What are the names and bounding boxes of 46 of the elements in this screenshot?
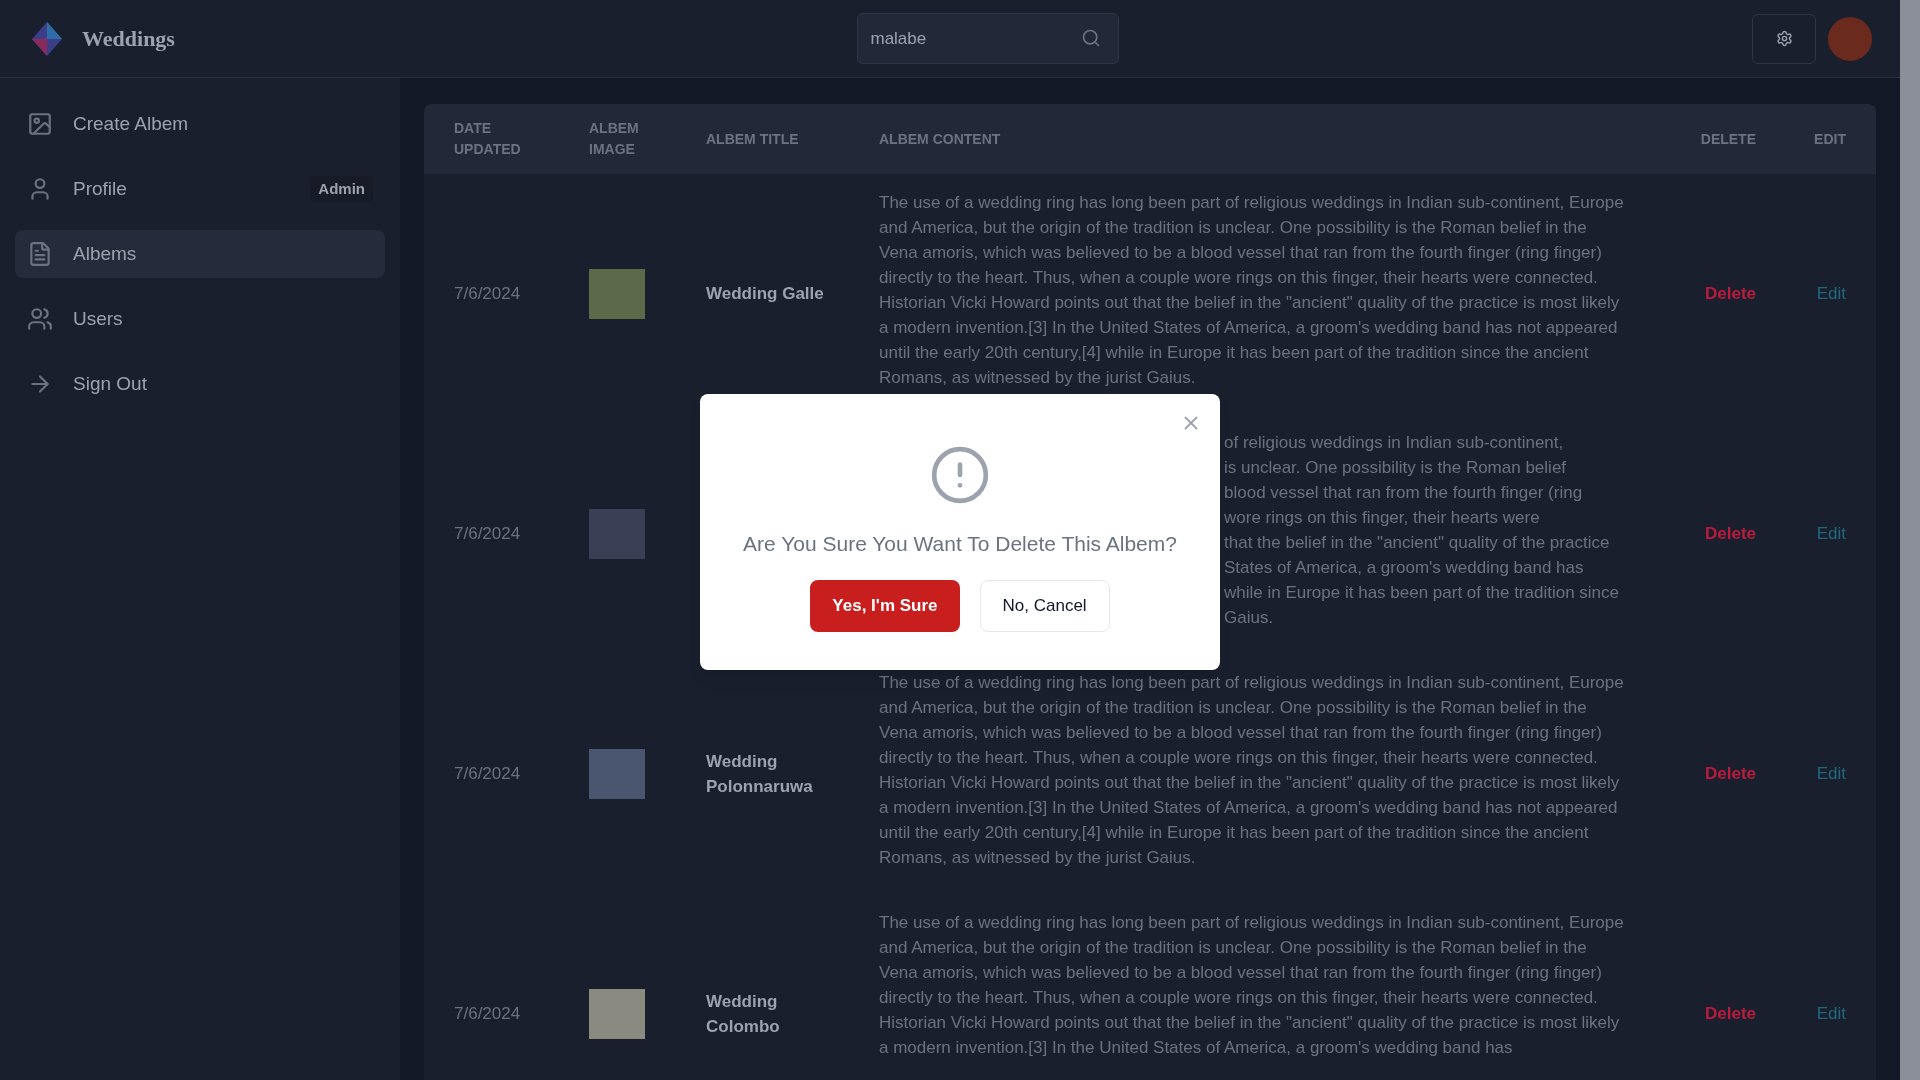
photo-placeholder [589, 509, 645, 559]
date-cell-text: 7/6/2024 [454, 763, 522, 786]
album-title: Wedding Colombo [706, 990, 781, 1038]
search-icon [1081, 28, 1102, 48]
sidebar-label: Profile [73, 176, 127, 201]
album-content: The use of a wedding ring has long been part of religious weddings in Indian sub-continent, Europe and America, but the origin of the tradition is unclear. One possibility is the Roman belief in the Vena amoris, which was believed to be a blood vessel that ran from the fourth finger (ring finger) directly to the heart. Thus, when a couple wore rings on this finger, their hearts were connected. Historian Vicki Howard points out that the belief in the "ancient" quality of the practice is most likely a modern invention.[3] In the United States of America, a groom's wedding band has not appeared until the early 20th century,[4] while in Europe it has been part of the tradition since the ancient Romans, as witnessed by the jurist Gaius. [879, 672, 1624, 869]
column-header: ALBEM TITLE [706, 129, 800, 149]
album-title: Wedding Polonnaruwa [706, 750, 814, 798]
album-content: of religious weddings in Indian sub-continent, is unclear. One possibility is the Roman belief blood vessel that ran from the fourth finger (ring wore rings on this finger, their hearts were that the belief in the "ancient" quality of the practice States of America, a groom's wedding band has while in Europe it has been part of the tradition since Gaius. [1224, 432, 1621, 629]
sidebar-item[interactable]: Sign Out [15, 360, 385, 408]
sidebar-item[interactable]: Profile Admin [15, 165, 385, 213]
sidebar-item[interactable]: Users [15, 295, 385, 343]
column-header: DELETE [1700, 129, 1756, 149]
sidebar-label: Create Albem [73, 111, 189, 136]
users-icon [27, 306, 53, 332]
cancel-button[interactable]: No, Cancel [979, 579, 1110, 632]
search-field[interactable]: malabe [857, 13, 1120, 64]
album-content: The use of a wedding ring has long been part of religious weddings in Indian sub-continent, Europe and America, but the origin of the tradition is unclear. One possibility is the Roman belief in the Vena amoris, which was believed to be a blood vessel that ran from the fourth finger (ring finger) directly to the heart. Thus, when a couple wore rings on this finger, their hearts were connected. Historian Vicki Howard points out that the belief in the "ancient" quality of the practice is most likely a modern invention.[3] In the United States of America, a groom's wedding band has [879, 912, 1624, 1059]
date-cell-text: 7/6/2024 [454, 1003, 522, 1026]
photo-placeholder [589, 749, 645, 799]
sidebar-label: Sign Out [73, 371, 147, 396]
brand-name[interactable]: Weddings [82, 22, 175, 55]
sidebar-item[interactable]: Create Albem [15, 100, 385, 148]
column-header: EDIT [1814, 129, 1846, 149]
photo-placeholder [589, 989, 645, 1039]
avatar[interactable] [1828, 16, 1872, 61]
photo-placeholder [589, 269, 645, 319]
column-header: ALBEM IMAGE [589, 119, 640, 159]
role-badge: Admin [310, 175, 373, 203]
document-icon [27, 241, 53, 267]
settings-icon [1775, 30, 1793, 47]
image-icon [27, 111, 53, 137]
date-cell-text: 7/6/2024 [454, 523, 522, 546]
sidebar-label: Users [73, 306, 123, 331]
confirm-button[interactable]: Yes, I'm Sure [810, 579, 960, 632]
column-header: DATE UPDATED [454, 119, 522, 159]
settings-button[interactable] [1752, 13, 1816, 64]
sidebar-item[interactable]: Albems [15, 230, 385, 278]
date-cell-text: 7/6/2024 [454, 283, 522, 306]
alert-icon [929, 444, 991, 506]
dialog-message: Are You Sure You Want To Delete This Albem? [743, 531, 1177, 557]
album-title: Wedding Galle [706, 283, 825, 306]
scrollbar[interactable] [1900, 0, 1920, 1080]
album-content: The use of a wedding ring has long been part of religious weddings in Indian sub-continent, Europe and America, but the origin of the tradition is unclear. One possibility is the Roman belief in the Vena amoris, which was believed to be a blood vessel that ran from the fourth finger (ring finger) directly to the heart. Thus, when a couple wore rings on this finger, their hearts were connected. Historian Vicki Howard points out that the belief in the "ancient" quality of the practice is most likely a modern invention.[3] In the United States of America, a groom's wedding band has not appeared until the early 20th century,[4] while in Europe it has been part of the tradition since the ancient Romans, as witnessed by the jurist Gaius. [879, 192, 1624, 389]
sidebar-label: Albems [73, 241, 137, 266]
column-header: ALBEM CONTENT [879, 129, 1002, 149]
